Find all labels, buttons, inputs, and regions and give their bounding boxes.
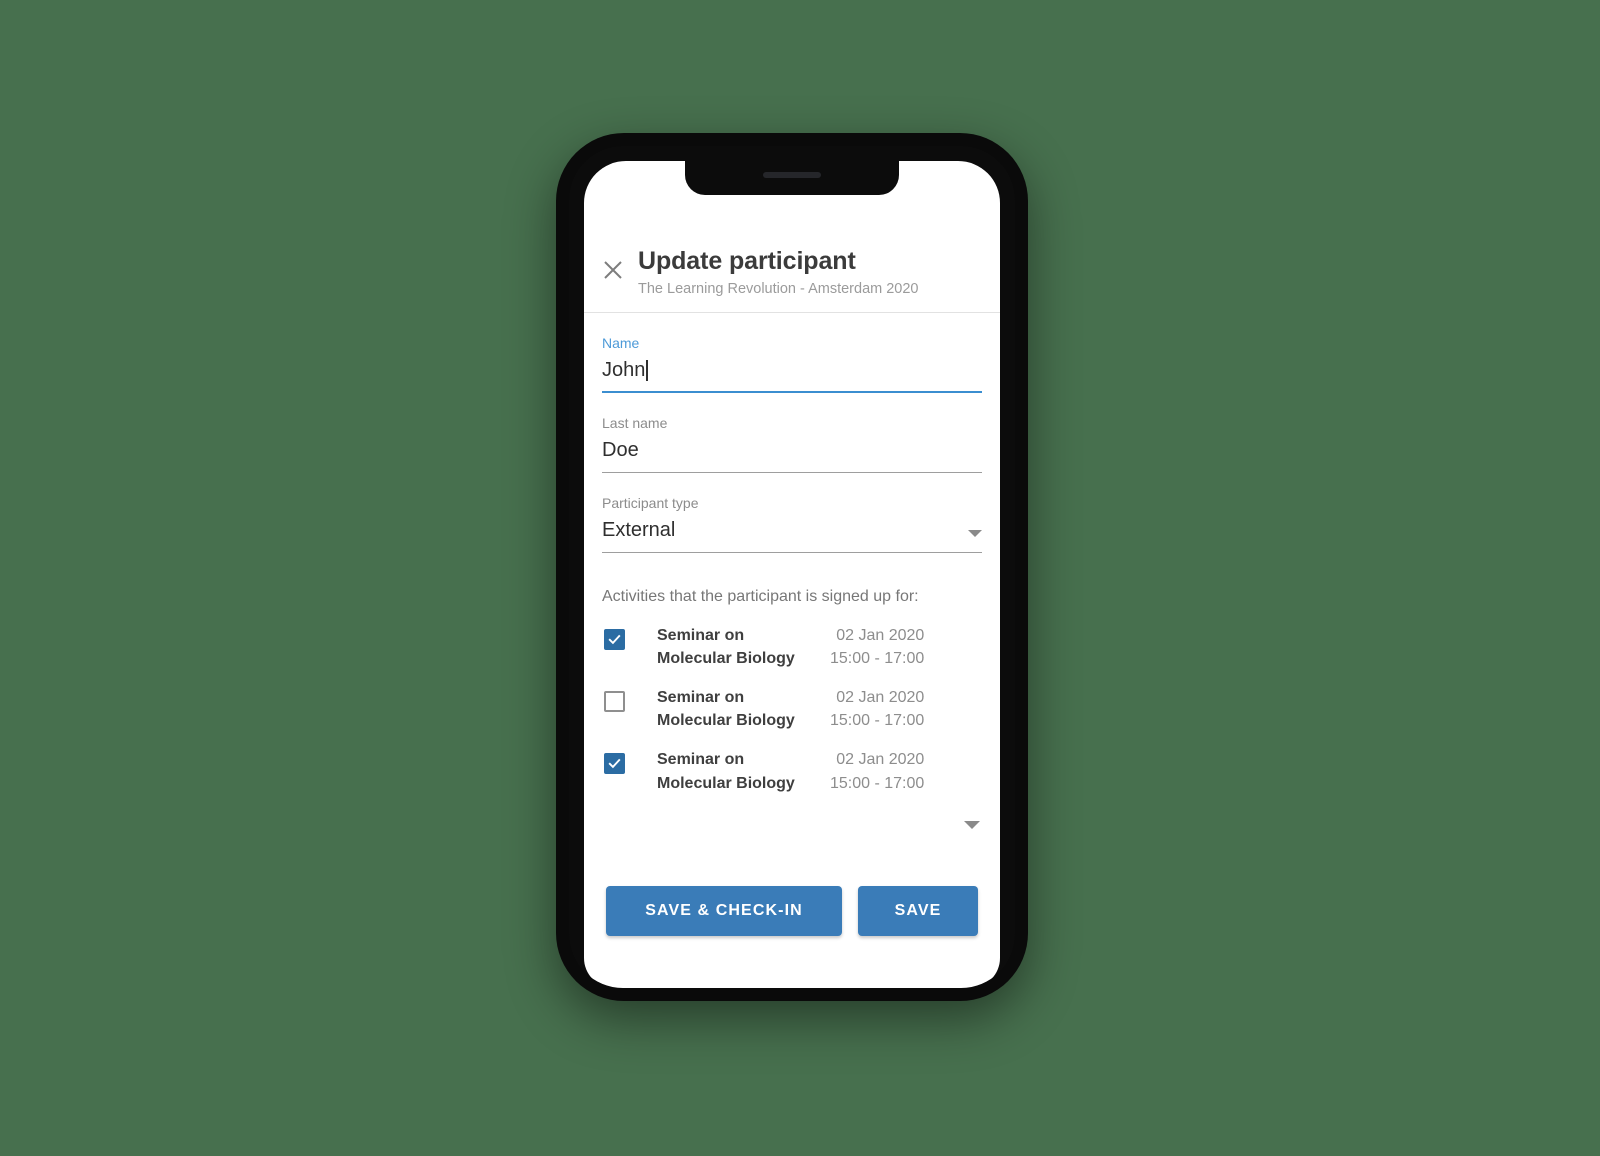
expand-more-icon[interactable]	[964, 820, 980, 829]
name-input[interactable]: John	[602, 358, 645, 383]
activities-label: Activities that the participant is signe…	[602, 587, 919, 605]
name-field[interactable]: Name John	[602, 313, 982, 393]
dialog-actions: SAVE & CHECK-IN SAVE	[584, 886, 1000, 936]
activity-list-item[interactable]: Seminar on Molecular Biology 02 Jan 2020…	[602, 740, 982, 802]
participant-type-value[interactable]: External	[602, 518, 675, 543]
update-participant-dialog: Update participant The Learning Revoluti…	[584, 161, 1000, 988]
activity-schedule: 02 Jan 2020 15:00 - 17:00	[830, 624, 924, 670]
participant-type-value-row: External	[602, 518, 982, 543]
page-title: Update participant	[638, 247, 856, 275]
activity-time: 15:00 - 17:00	[830, 649, 925, 667]
activity-list-item[interactable]: Seminar on Molecular Biology 02 Jan 2020…	[602, 616, 982, 678]
close-icon[interactable]	[596, 253, 630, 287]
participant-type-select[interactable]: Participant type External	[602, 473, 982, 553]
activity-checkbox[interactable]	[604, 628, 625, 650]
chevron-down-icon[interactable]	[968, 529, 982, 537]
phone-device: Update participant The Learning Revoluti…	[556, 133, 1028, 1001]
phone-notch	[685, 161, 899, 195]
last-name-field-value-row: Doe	[602, 438, 982, 463]
activity-schedule: 02 Jan 2020 15:00 - 17:00	[830, 748, 924, 794]
save-and-check-in-button[interactable]: SAVE & CHECK-IN	[606, 886, 842, 936]
save-button[interactable]: SAVE	[858, 886, 978, 936]
phone-body: Update participant The Learning Revoluti…	[569, 146, 1015, 988]
last-name-input[interactable]: Doe	[602, 438, 639, 463]
text-caret	[646, 359, 648, 381]
last-name-field-label: Last name	[602, 414, 668, 431]
activity-title: Seminar on Molecular Biology	[657, 751, 795, 792]
activities-section: Activities that the participant is signe…	[584, 553, 1000, 829]
speaker-grille-icon	[763, 172, 821, 178]
activity-title: Seminar on Molecular Biology	[657, 689, 795, 730]
activity-checkbox[interactable]	[604, 691, 625, 713]
dialog-subtitle: The Learning Revolution - Amsterdam 2020	[638, 280, 919, 297]
activity-date: 02 Jan 2020	[836, 626, 925, 644]
activities-expand-button[interactable]	[602, 803, 982, 829]
participant-type-underline	[602, 551, 982, 553]
activity-time: 15:00 - 17:00	[830, 774, 925, 792]
activity-list-item[interactable]: Seminar on Molecular Biology 02 Jan 2020…	[602, 678, 982, 740]
activity-date: 02 Jan 2020	[836, 689, 925, 707]
activity-time: 15:00 - 17:00	[830, 712, 925, 730]
participant-type-label: Participant type	[602, 494, 699, 511]
activity-title: Seminar on Molecular Biology	[657, 626, 795, 667]
dialog-header-text: Update participant The Learning Revoluti…	[630, 247, 919, 298]
activity-date: 02 Jan 2020	[836, 751, 925, 769]
activity-schedule: 02 Jan 2020 15:00 - 17:00	[830, 686, 924, 732]
activity-checkbox[interactable]	[604, 753, 625, 775]
last-name-field[interactable]: Last name Doe	[602, 393, 982, 473]
phone-screen: Update participant The Learning Revoluti…	[584, 161, 1000, 988]
name-field-value-row: John	[602, 358, 982, 383]
name-field-label: Name	[602, 335, 640, 352]
